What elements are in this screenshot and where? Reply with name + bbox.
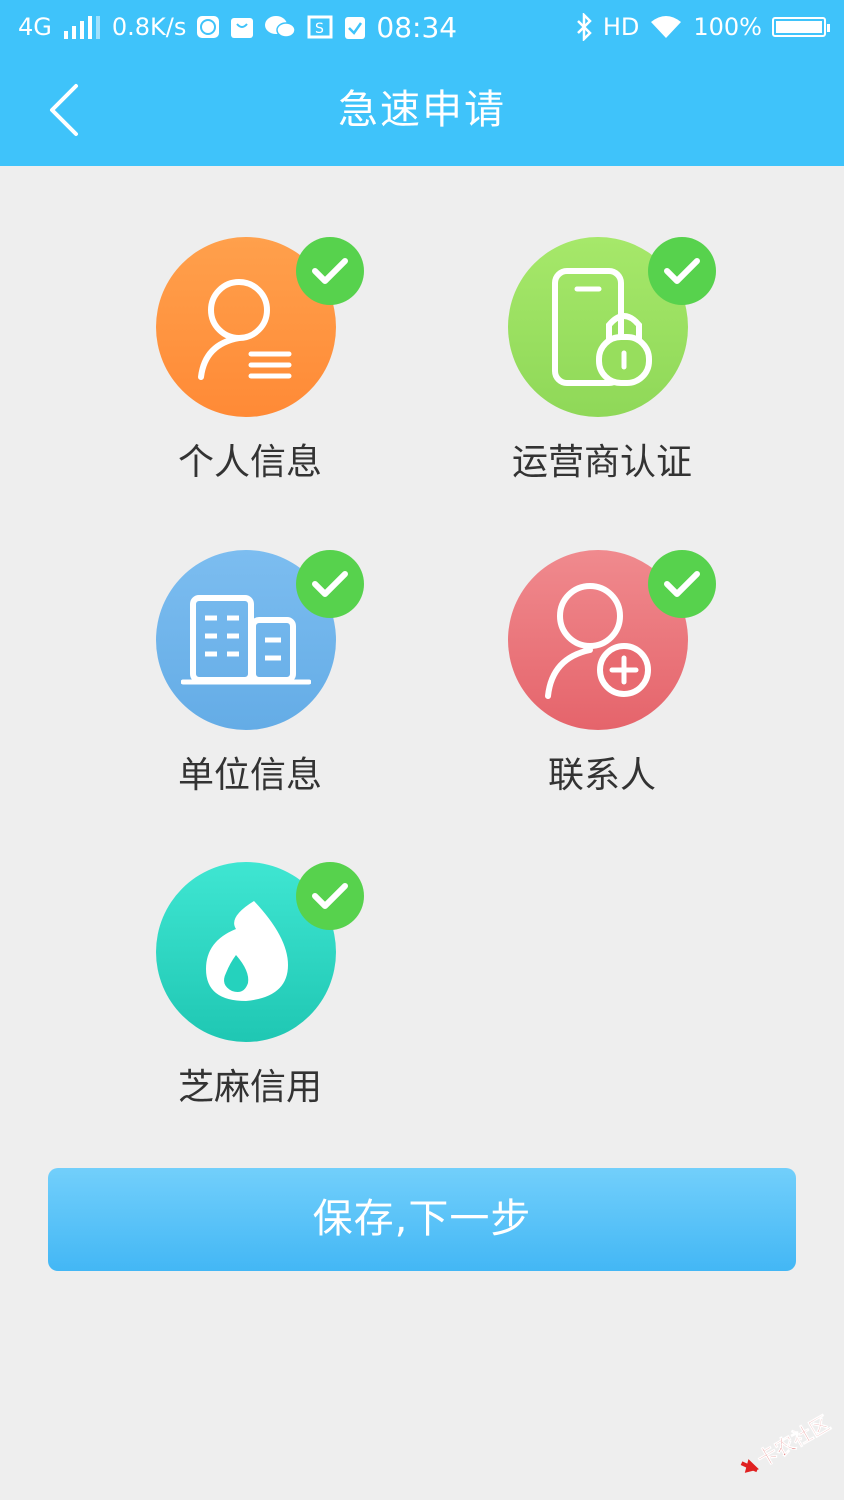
tile-sesame-credit[interactable]: 芝麻信用 [125,862,375,1112]
bluetooth-icon [575,13,593,41]
signal-icon [62,15,102,39]
status-bar: 4G 0.8K/s S 08:34 HD 100% [0,0,844,54]
tile-label: 芝麻信用 [177,1067,322,1108]
battery-percent: 100% [693,13,762,41]
svg-text:卡农社区: 卡农社区 [753,1411,834,1472]
svg-text:S: S [315,21,324,37]
check-icon [296,862,364,930]
wechat-icon [264,14,297,40]
network-type: 4G [18,13,52,41]
tile-label: 运营商认证 [511,442,692,483]
check-icon [296,550,364,618]
clipboard-icon [344,14,366,40]
tile-personal-info[interactable]: 个人信息 [125,237,375,487]
check-icon [648,550,716,618]
page-title: 急速申请 [338,87,506,133]
check-icon [648,237,716,305]
tile-employer-info[interactable]: 单位信息 [125,550,375,800]
app-bar: 急速申请 [0,54,844,166]
tile-label: 单位信息 [177,755,322,796]
battery-icon [772,17,830,37]
clock: 08:34 [376,10,458,44]
check-icon [296,237,364,305]
wifi-icon [649,14,683,40]
tile-carrier-auth[interactable]: 运营商认证 [477,237,727,487]
screenshot-icon: S [306,14,334,40]
browser-icon [196,15,220,39]
hd-indicator: HD [602,13,640,41]
tile-contacts[interactable]: 联系人 [477,550,727,800]
network-speed: 0.8K/s [111,13,187,41]
save-next-button[interactable]: 保存,下一步 [48,1168,796,1271]
tile-label: 联系人 [547,755,656,796]
watermark-logo: 卡农社区 [728,1410,838,1480]
shop-icon [230,15,254,39]
tile-label: 个人信息 [177,442,322,483]
